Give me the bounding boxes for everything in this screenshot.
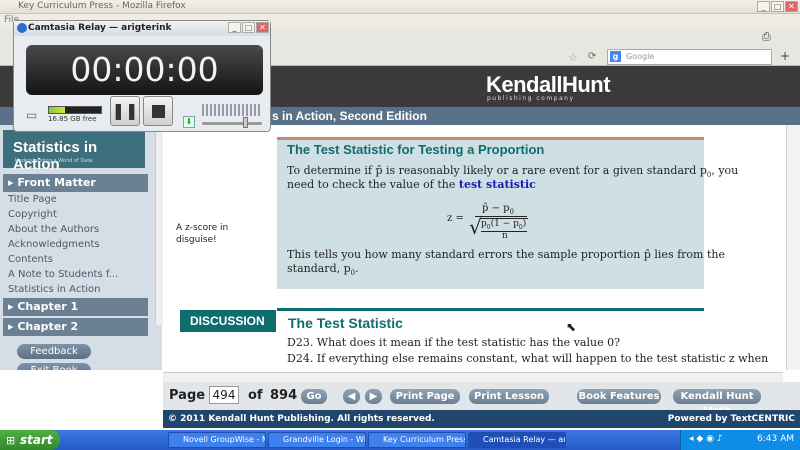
powered-by-text: Powered by TextCENTRIC [667, 414, 795, 424]
close-icon[interactable]: ✕ [785, 1, 798, 12]
disk-usage-bar [48, 106, 102, 114]
section-chapter-1[interactable]: ▸ Chapter 1 [3, 298, 148, 316]
bookmark-star-icon[interactable]: ☆ [568, 51, 578, 64]
print-icon[interactable]: ⎙ [762, 30, 771, 44]
audio-input-icon[interactable]: ⬇ [183, 116, 195, 128]
definition-box: The Test Statistic for Testing a Proport… [277, 137, 738, 289]
volume-slider-handle[interactable] [243, 117, 248, 128]
toc-item[interactable]: Statistics in Action [8, 284, 101, 295]
logo-subtitle: publishing company [487, 95, 575, 102]
sidebar-scrollbar[interactable] [155, 125, 163, 325]
clock[interactable]: 6:43 AM [757, 434, 794, 444]
book-features-button[interactable]: Book Features [577, 389, 661, 404]
maximize-icon[interactable]: □ [771, 1, 784, 12]
box-text-line-3: This tells you how many standard errors … [287, 248, 725, 261]
box-text-line-1: To determine if p̂ is reasonably likely … [287, 164, 739, 180]
taskbar-item-camtasia[interactable]: Camtasia Relay — ari... [468, 432, 566, 448]
stop-button[interactable] [143, 96, 173, 126]
add-tab-icon[interactable]: + [780, 49, 790, 63]
disk-icon: ▭ [26, 108, 38, 122]
cover-subtitle: Understanding a World of Data [15, 158, 93, 164]
box-text-line-4: standard, p0. [287, 262, 359, 278]
toc-item[interactable]: Acknowledgments [8, 239, 100, 250]
test-statistic-link[interactable]: test statistic [459, 178, 536, 191]
formula-n: n [502, 231, 508, 241]
feedback-button[interactable]: Feedback [17, 344, 91, 359]
formula-denominator: p0(1 − p0) [481, 219, 527, 231]
taskbar-item-groupwise[interactable]: Novell GroupWise - M... [168, 432, 266, 448]
google-icon: g [610, 51, 621, 62]
box-heading: The Test Statistic for Testing a Proport… [287, 142, 545, 157]
camtasia-close-icon[interactable]: ✕ [256, 22, 269, 33]
toc-item[interactable]: Copyright [8, 209, 57, 220]
toc-item[interactable]: About the Authors [8, 224, 99, 235]
camtasia-app-icon [17, 23, 27, 33]
pause-button[interactable]: ❚❚ [110, 96, 140, 126]
recording-timer: 00:00:00 [26, 45, 263, 95]
volume-slider-track[interactable] [202, 122, 262, 125]
margin-note: A z-score in disguise! [176, 223, 229, 245]
audio-level-meter [202, 104, 262, 116]
browser-titlebar: Key Curriculum Press - Mozilla Firefox _… [0, 0, 800, 14]
toc-item[interactable]: A Note to Students f... [8, 269, 118, 280]
cover-title: Statistics in Action [13, 139, 98, 173]
next-page-icon[interactable]: ▶ [365, 389, 382, 404]
taskbar-item-grandville[interactable]: Grandville Login - Win... [268, 432, 366, 448]
site-footer: © 2011 Kendall Hunt Publishing. All righ… [163, 410, 800, 428]
formula-lhs: z = [447, 213, 464, 224]
taskbar-item-key-curriculum[interactable]: Key Curriculum Press ... [368, 432, 466, 448]
sidebar-footer-area [0, 370, 163, 428]
page-label: Page [169, 388, 206, 403]
camtasia-minimize-icon[interactable]: _ [228, 22, 241, 33]
discussion-heading: The Test Statistic [288, 315, 403, 331]
total-pages: 894 [270, 388, 298, 403]
fraction-bar [475, 216, 527, 217]
page-navigation-bar: Page 494 of 894 Go ◀ ▶ Print Page Print … [163, 382, 800, 417]
camtasia-titlebar: Camtasia Relay — arigterink _ □ ✕ [14, 21, 270, 36]
copyright-text: © 2011 Kendall Hunt Publishing. All righ… [168, 414, 435, 424]
book-cover[interactable]: Statistics in Action Understanding a Wor… [3, 130, 145, 173]
content-scrollbar[interactable] [786, 125, 800, 370]
windows-logo-icon: ⊞ [6, 434, 16, 447]
camtasia-title: Camtasia Relay — arigterink [28, 23, 172, 33]
sqrt-symbol: √ [469, 215, 482, 239]
of-label: of [248, 388, 263, 403]
page-number-input[interactable]: 494 [209, 386, 239, 404]
camtasia-maximize-icon[interactable]: □ [242, 22, 255, 33]
search-input[interactable]: Google [607, 49, 772, 65]
minimize-icon[interactable]: _ [757, 1, 770, 12]
book-title: s in Action, Second Edition [272, 109, 427, 123]
question-d24: D24. If everything else remains constant… [287, 352, 769, 365]
section-front-matter[interactable]: ▸ Front Matter [3, 174, 148, 192]
discussion-label: DISCUSSION [180, 310, 276, 332]
tray-icons[interactable]: ◂ ◆ ◉ ♪ [689, 434, 723, 444]
toc-item[interactable]: Title Page [8, 194, 57, 205]
browser-title: Key Curriculum Press - Mozilla Firefox [18, 1, 186, 11]
reload-icon[interactable]: ⟳ [588, 51, 596, 62]
mouse-cursor-icon: ⬉ [566, 320, 577, 334]
stop-icon [152, 105, 165, 118]
disk-free-text: 16.85 GB free [48, 115, 97, 123]
print-page-button[interactable]: Print Page [390, 389, 460, 404]
kendall-hunt-math-button[interactable]: Kendall Hunt Math [673, 389, 761, 417]
print-lesson-button[interactable]: Print Lesson [469, 389, 549, 404]
box-text-line-2: need to check the value of the test stat… [287, 178, 536, 191]
system-tray: ◂ ◆ ◉ ♪ 6:43 AM [680, 430, 800, 450]
question-d23: D23. What does it mean if the test stati… [287, 336, 620, 349]
go-button[interactable]: Go [301, 389, 327, 404]
prev-page-icon[interactable]: ◀ [343, 389, 360, 404]
horizontal-scrollbar[interactable] [163, 372, 783, 382]
formula-numerator: p̂ − p0 [482, 203, 515, 216]
toc-item[interactable]: Contents [8, 254, 53, 265]
discussion-rule [277, 308, 704, 311]
section-chapter-2[interactable]: ▸ Chapter 2 [3, 318, 148, 336]
